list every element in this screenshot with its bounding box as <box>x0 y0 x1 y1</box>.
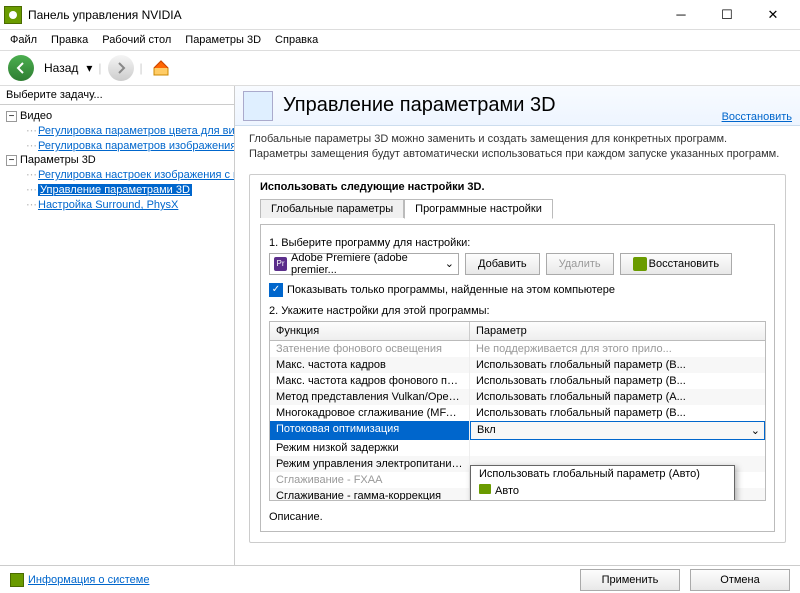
page-header: Управление параметрами 3D Восстановить <box>235 86 800 126</box>
page-title: Управление параметрами 3D <box>283 94 556 117</box>
task-tree: −Видео Регулировка параметров цвета для … <box>0 105 234 565</box>
program-selected: Adobe Premiere (adobe premier... <box>291 252 445 276</box>
back-button[interactable] <box>8 55 34 81</box>
forward-button[interactable] <box>108 55 134 81</box>
main-panel: Управление параметрами 3D Восстановить Г… <box>235 86 800 565</box>
settings-group: Использовать следующие настройки 3D. Гло… <box>249 174 786 543</box>
tab-program[interactable]: Программные настройки <box>404 199 553 219</box>
table-row[interactable]: Потоковая оптимизацияВкл⌄ <box>270 421 765 440</box>
tab-global[interactable]: Глобальные параметры <box>260 199 404 218</box>
window-title: Панель управления NVIDIA <box>28 8 658 22</box>
table-row[interactable]: Макс. частота кадров фонового прило...Ис… <box>270 373 765 389</box>
table-row[interactable]: Режим низкой задержки <box>270 440 765 456</box>
menu-edit[interactable]: Правка <box>45 32 94 48</box>
tree-item-image-settings[interactable]: Регулировка настроек изображения с пр <box>38 169 234 181</box>
adobe-premiere-icon: Pr <box>274 257 287 271</box>
menu-help[interactable]: Справка <box>269 32 324 48</box>
show-only-found-checkbox[interactable]: ✓ <box>269 283 283 297</box>
tree-group-video[interactable]: −Видео <box>2 109 232 123</box>
close-button[interactable]: ✕ <box>750 0 796 30</box>
add-button[interactable]: Добавить <box>465 253 540 275</box>
tree-item-manage-3d[interactable]: Управление параметрами 3D <box>38 184 192 196</box>
tree-group-3d[interactable]: −Параметры 3D <box>2 153 232 167</box>
table-row[interactable]: Многокадровое сглаживание (MFAA)Использо… <box>270 405 765 421</box>
footer: Информация о системе Применить Отмена <box>0 565 800 593</box>
tree-item-image-adjust[interactable]: Регулировка параметров изображения д <box>38 140 234 152</box>
nav-toolbar: Назад ▾ | | <box>0 50 800 86</box>
restore-button[interactable]: Восстановить <box>620 253 732 275</box>
nvidia-app-icon <box>4 6 22 24</box>
restore-defaults-link[interactable]: Восстановить <box>722 111 792 123</box>
task-sidebar: Выберите задачу... −Видео Регулировка па… <box>0 86 235 565</box>
tree-item-surround[interactable]: Настройка Surround, PhysX <box>38 199 178 211</box>
titlebar: Панель управления NVIDIA ─ ☐ ✕ <box>0 0 800 30</box>
dropdown-option-auto[interactable]: Авто <box>471 482 734 499</box>
settings-grid-header: Функция Параметр <box>269 321 766 341</box>
back-dropdown-icon[interactable]: ▾ <box>86 61 92 75</box>
group-title: Использовать следующие настройки 3D. <box>260 181 775 193</box>
step1-label: 1. Выберите программу для настройки: <box>269 237 766 249</box>
settings-grid-body[interactable]: Затенение фонового освещенияНе поддержив… <box>269 341 766 501</box>
chevron-down-icon: ⌄ <box>751 424 760 437</box>
checkbox-label: Показывать только программы, найденные н… <box>287 284 615 296</box>
remove-button[interactable]: Удалить <box>546 253 614 275</box>
step2-label: 2. Укажите настройки для этой программы: <box>269 305 766 317</box>
col-parameter: Параметр <box>470 322 765 340</box>
table-row[interactable]: Затенение фонового освещенияНе поддержив… <box>270 341 765 357</box>
parameter-dropdown[interactable]: Использовать глобальный параметр (Авто) … <box>470 465 735 501</box>
collapse-icon[interactable]: − <box>6 155 17 166</box>
menubar: Файл Правка Рабочий стол Параметры 3D Сп… <box>0 30 800 50</box>
sidebar-title: Выберите задачу... <box>0 86 234 105</box>
nvidia-icon <box>10 573 24 587</box>
system-info-link[interactable]: Информация о системе <box>10 573 570 587</box>
page-description: Глобальные параметры 3D можно заменить и… <box>235 126 800 168</box>
cancel-button[interactable]: Отмена <box>690 569 790 591</box>
dropdown-option-global[interactable]: Использовать глобальный параметр (Авто) <box>471 466 734 482</box>
page-icon <box>243 91 273 121</box>
tab-panel: 1. Выберите программу для настройки: Pr … <box>260 224 775 532</box>
menu-3d[interactable]: Параметры 3D <box>179 32 267 48</box>
nvidia-icon <box>633 257 647 271</box>
settings-tabs: Глобальные параметры Программные настрой… <box>260 199 775 218</box>
menu-desktop[interactable]: Рабочий стол <box>96 32 177 48</box>
home-button[interactable] <box>149 56 173 80</box>
tree-item-color-adjust[interactable]: Регулировка параметров цвета для вид <box>38 125 234 137</box>
program-select[interactable]: Pr Adobe Premiere (adobe premier... ⌄ <box>269 253 459 275</box>
description-label: Описание. <box>269 511 766 523</box>
apply-button[interactable]: Применить <box>580 569 680 591</box>
table-row[interactable]: Метод представления Vulkan/OpenGLИспольз… <box>270 389 765 405</box>
table-row[interactable]: Макс. частота кадровИспользовать глобаль… <box>270 357 765 373</box>
chevron-down-icon: ⌄ <box>445 257 454 270</box>
back-label: Назад <box>44 61 78 75</box>
menu-file[interactable]: Файл <box>4 32 43 48</box>
col-function: Функция <box>270 322 470 340</box>
maximize-button[interactable]: ☐ <box>704 0 750 30</box>
collapse-icon[interactable]: − <box>6 111 17 122</box>
minimize-button[interactable]: ─ <box>658 0 704 30</box>
